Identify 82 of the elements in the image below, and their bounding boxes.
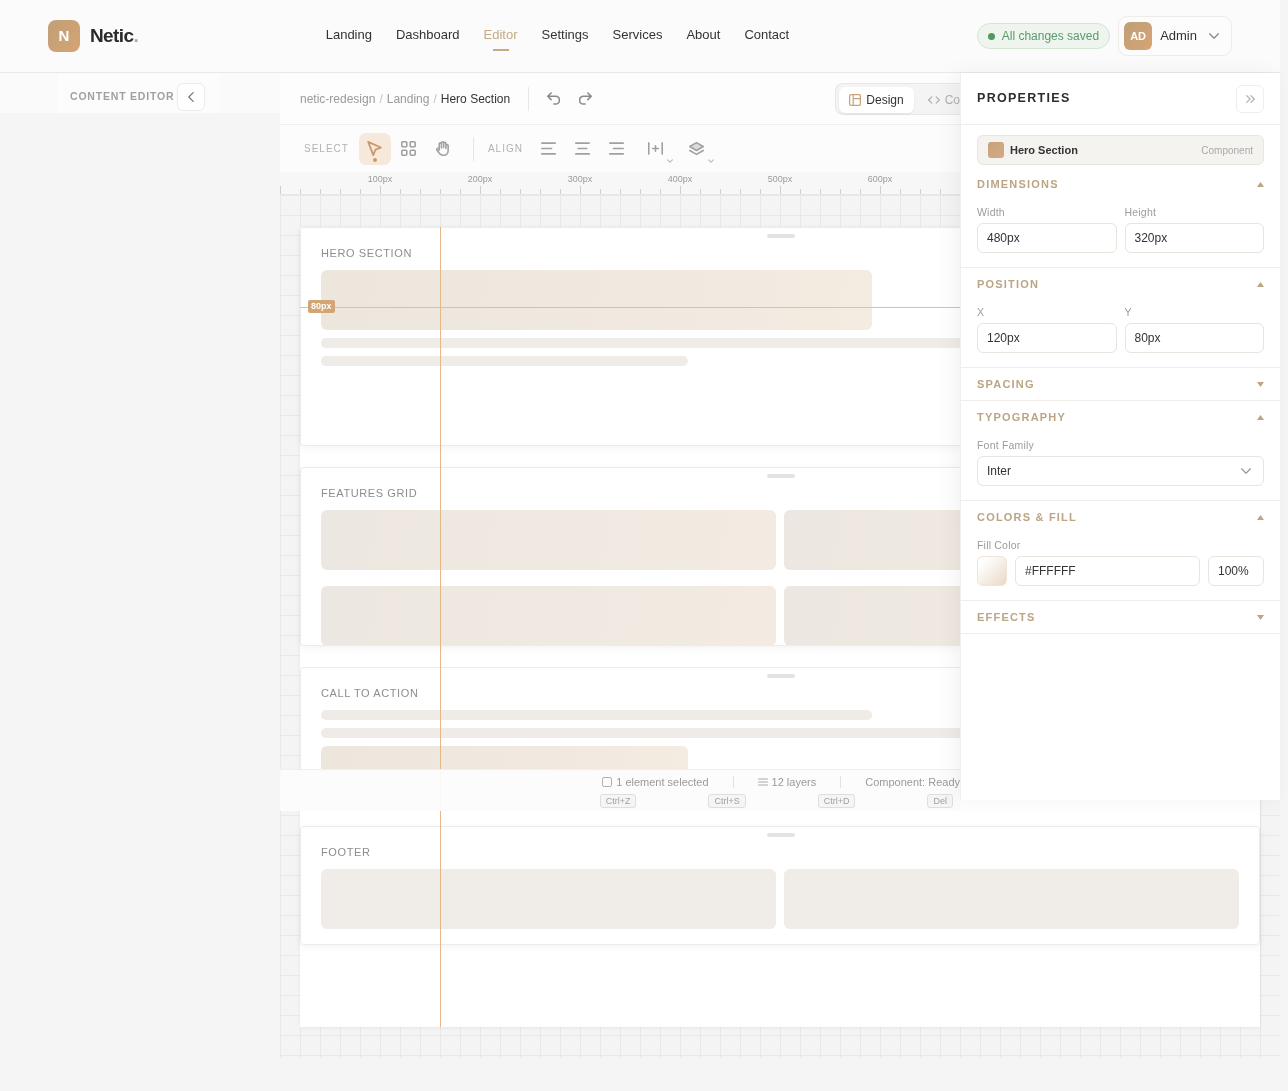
view-toggle-button[interactable]: Design [839, 86, 914, 113]
section-card[interactable]: CALL TO ACTION [300, 667, 960, 769]
layout-icon [849, 93, 862, 106]
section-card[interactable]: FEATURES GRID [300, 467, 960, 646]
breadcrumb-current: Hero Section [440, 90, 511, 108]
align-right-icon [609, 141, 625, 156]
shortcut-key: Ctrl+D [817, 794, 856, 808]
font-select[interactable]: Inter [977, 456, 1264, 486]
field-label: Y [1124, 306, 1132, 319]
hand-icon [435, 141, 451, 156]
field-label: Font Family [977, 439, 1035, 452]
tool-group-label: ALIGN [487, 142, 523, 156]
user-avatar: AD [1124, 22, 1153, 50]
shortcut-key: Del [927, 794, 953, 808]
nav-link[interactable]: About [686, 21, 721, 51]
caret-icon [666, 158, 673, 163]
nav-link[interactable]: Settings [541, 21, 589, 51]
list-icon [757, 777, 768, 787]
status-text: Component: Ready [865, 774, 960, 790]
opacity-field[interactable]: 100% [1208, 556, 1264, 586]
panel-title: PROPERTIES [977, 90, 1071, 108]
grid-icon [401, 141, 417, 156]
ruler-label: 100px [367, 174, 393, 184]
swatch-icon [988, 142, 1004, 158]
user-menu-button[interactable]: AD Admin [1118, 16, 1232, 56]
nav-link[interactable]: Services [612, 21, 663, 51]
nav-link[interactable]: Contact [744, 21, 790, 51]
redo-icon [578, 92, 592, 105]
chevron-left-icon [188, 92, 195, 102]
ruler-label: 200px [467, 174, 493, 184]
nav-link[interactable]: Dashboard [395, 21, 460, 51]
text-field[interactable]: 320px [1124, 223, 1264, 253]
section-title: HERO SECTION [321, 247, 412, 260]
field-label: X [977, 306, 985, 319]
guide-label: 80px [308, 300, 335, 313]
checkbox-icon [602, 777, 613, 787]
sidebar-title: CONTENT EDITOR [70, 89, 175, 105]
section-title: CALL TO ACTION [321, 687, 419, 700]
text-field[interactable]: 80px [1124, 323, 1264, 353]
collapse-panel-button[interactable] [1236, 84, 1264, 113]
field-label: Height [1124, 206, 1157, 219]
hex-color-field[interactable]: #FFFFFF [1015, 556, 1200, 586]
tool-group-label: SELECT [304, 142, 349, 156]
layers-icon [689, 141, 705, 156]
breadcrumb-separator: / [433, 90, 437, 108]
chevron-down-icon [1241, 468, 1251, 474]
status-dot-icon [987, 32, 995, 40]
field-label: Width [977, 206, 1005, 219]
caret-icon [707, 158, 714, 163]
ruler-label: 300px [567, 174, 593, 184]
undo-icon [546, 92, 560, 105]
save-status-text: All changes saved [1001, 28, 1100, 45]
breadcrumb-separator: / [379, 90, 383, 108]
active-dot-icon [372, 157, 377, 162]
selection-name: Hero Section [1010, 142, 1078, 158]
nav-link[interactable]: Landing [325, 21, 372, 51]
section-title: FEATURES GRID [321, 487, 418, 500]
status-text: 1 element selected [616, 774, 709, 790]
field-label: Fill Color [977, 539, 1021, 552]
ruler-label: 400px [667, 174, 693, 184]
distribute-icon [648, 141, 664, 156]
shortcut-key: Ctrl+Z [599, 794, 637, 808]
pointer-icon [367, 141, 383, 156]
text-field[interactable]: 480px [977, 223, 1117, 253]
align-center-icon [575, 141, 591, 156]
align-left-icon [541, 141, 557, 156]
ruler-label: 600px [867, 174, 893, 184]
collapse-sidebar-button[interactable] [177, 83, 206, 111]
brand-name: Netic. [90, 23, 139, 48]
shortcut-key: Ctrl+S [708, 794, 746, 808]
color-swatch[interactable] [977, 556, 1007, 586]
tool-button[interactable] [358, 132, 391, 165]
code-icon [927, 93, 940, 106]
logo-mark: N [48, 20, 80, 52]
selection-type: Component [1201, 143, 1253, 158]
chevron-down-icon [1209, 33, 1219, 39]
ruler-label: 500px [767, 174, 793, 184]
text-field[interactable]: 120px [977, 323, 1117, 353]
section-card[interactable]: FOOTER [300, 826, 1260, 945]
status-text: 12 layers [771, 774, 817, 790]
double-chevron-icon [1245, 94, 1255, 103]
section-title: FOOTER [321, 846, 371, 859]
